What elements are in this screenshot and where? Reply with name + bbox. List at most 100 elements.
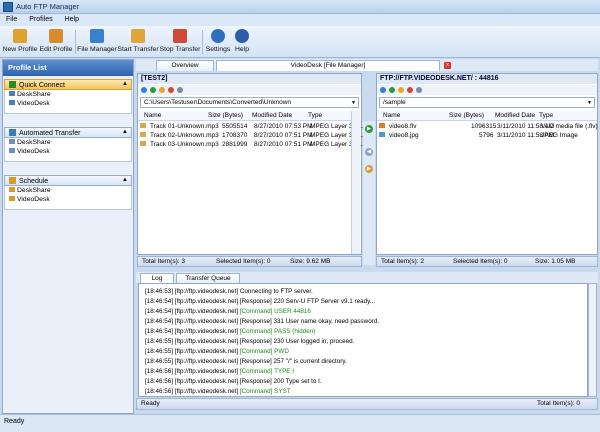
new-folder-icon[interactable]: [177, 87, 183, 93]
sync-arrow-icon[interactable]: ▶: [365, 165, 373, 173]
schedule-icon: [9, 177, 16, 184]
chevron-up-icon[interactable]: ▲: [122, 177, 128, 183]
help-button[interactable]: Help: [232, 26, 252, 58]
col-type[interactable]: Type: [539, 112, 553, 119]
delete-icon[interactable]: [407, 87, 413, 93]
schedule-list: DeskShare VideoDesk: [4, 186, 132, 210]
image-file-icon: [379, 132, 387, 139]
app-icon: [3, 2, 13, 12]
profile-icon: [9, 139, 15, 144]
automated-transfer-list: DeskShare VideoDesk: [4, 138, 132, 162]
edit-profile-icon: [49, 29, 63, 43]
profile-icon: [9, 148, 15, 153]
profile-list-title: Profile List: [3, 60, 133, 76]
remote-panel-title: FTP://FTP.VIDEODESK.NET/ : 44816: [377, 74, 597, 84]
profile-icon: [9, 91, 15, 96]
menu-file[interactable]: File: [0, 14, 23, 26]
start-transfer-icon: [131, 29, 145, 43]
settings-button[interactable]: Settings: [204, 26, 232, 58]
remote-panel: FTP://FTP.VIDEODESK.NET/ : 44816 /sample…: [376, 73, 598, 255]
menu-help[interactable]: Help: [59, 14, 85, 26]
log-scrollbar[interactable]: [588, 283, 597, 397]
upload-arrow-icon[interactable]: ▶: [365, 125, 373, 133]
section-schedule[interactable]: Schedule ▲: [4, 175, 132, 186]
profile-icon: [9, 187, 15, 192]
home-icon[interactable]: [141, 87, 147, 93]
chevron-down-icon[interactable]: ▼: [351, 100, 356, 106]
tab-overview[interactable]: Overview: [156, 60, 214, 71]
audio-file-icon: [140, 132, 148, 139]
log-status-bar: Ready Total Item(s): 0: [136, 398, 598, 410]
local-file-row[interactable]: Track 03-Unknown.mp3 2881999 8/27/2010 0…: [140, 141, 364, 150]
profile-item[interactable]: DeskShare: [5, 138, 131, 147]
local-scrollbar[interactable]: [351, 111, 360, 254]
col-size[interactable]: Size (Bytes): [449, 112, 484, 119]
chevron-down-icon[interactable]: ▼: [587, 100, 592, 106]
local-file-row[interactable]: Track 02-Unknown.mp3 1708370 8/27/2010 0…: [140, 132, 364, 141]
profile-icon: [9, 100, 15, 105]
col-modified[interactable]: Modified Date: [495, 112, 535, 119]
start-transfer-button[interactable]: Start Transfer: [117, 26, 159, 58]
tab-file-manager[interactable]: VideoDesk [File Manager]: [216, 60, 440, 71]
local-panel-title: [TEST2]: [138, 74, 361, 84]
local-path-dropdown[interactable]: C:\Users\Testuser\Documents\Converted\Un…: [140, 97, 359, 108]
col-type[interactable]: Type: [308, 112, 322, 119]
new-folder-icon[interactable]: [416, 87, 422, 93]
remote-toolbar: [377, 85, 597, 95]
menu-profiles[interactable]: Profiles: [23, 14, 58, 26]
profile-item[interactable]: DeskShare: [5, 90, 131, 99]
section-quick-connect[interactable]: Quick Connect ▲: [4, 79, 132, 90]
log-output: [18:46:53] [ftp://ftp.videodesk.net] Con…: [138, 283, 588, 397]
delete-icon[interactable]: [168, 87, 174, 93]
remote-path-dropdown[interactable]: /sample ▼: [379, 97, 595, 108]
log-line: [18:46:56] [ftp://ftp.videodesk.net] [Re…: [145, 378, 322, 385]
log-line: [18:46:56] [ftp://ftp.videodesk.net] [Co…: [145, 388, 291, 395]
audio-file-icon: [140, 123, 148, 130]
folder-up-icon[interactable]: [398, 87, 404, 93]
download-arrow-icon[interactable]: ◀: [365, 148, 373, 156]
log-line: [18:46:54] [ftp://ftp.videodesk.net] [Re…: [145, 298, 376, 305]
col-name[interactable]: Name: [144, 112, 161, 119]
remote-file-row[interactable]: video8.flv 1096315 3/11/2010 11:58 AM VL…: [379, 123, 598, 132]
gear-icon: [211, 29, 225, 43]
log-line: [18:46:55] [ftp://ftp.videodesk.net] [Re…: [145, 338, 355, 345]
transfer-strip: ▶ ◀ ▶: [363, 121, 375, 265]
col-name[interactable]: Name: [383, 112, 400, 119]
refresh-icon[interactable]: [389, 87, 395, 93]
profile-item[interactable]: VideoDesk: [5, 147, 131, 156]
log-line: [18:46:53] [ftp://ftp.videodesk.net] Con…: [145, 288, 313, 295]
remote-column-header: Name Size (Bytes) Modified Date Type: [377, 111, 597, 121]
log-line: [18:46:54] [ftp://ftp.videodesk.net] [Re…: [145, 318, 380, 325]
profile-item[interactable]: VideoDesk: [5, 195, 131, 204]
folder-up-icon[interactable]: [159, 87, 165, 93]
file-manager-button[interactable]: File Manager: [77, 26, 117, 58]
section-automated-transfer[interactable]: Automated Transfer ▲: [4, 127, 132, 138]
new-profile-button[interactable]: New Profile: [2, 26, 38, 58]
toolbar: New Profile Edit Profile File Manager St…: [0, 26, 600, 58]
refresh-icon[interactable]: [150, 87, 156, 93]
profile-item[interactable]: DeskShare: [5, 186, 131, 195]
local-toolbar: [138, 85, 361, 95]
audio-file-icon: [140, 141, 148, 148]
video-file-icon: [379, 123, 387, 130]
home-icon[interactable]: [380, 87, 386, 93]
remote-file-row[interactable]: video8.jpg 5796 3/11/2010 11:58 AM JPEG …: [379, 132, 595, 141]
log-line: [18:46:56] [ftp://ftp.videodesk.net] [Co…: [145, 368, 295, 375]
new-profile-icon: [13, 29, 27, 43]
local-panel: [TEST2] C:\Users\Testuser\Documents\Conv…: [137, 73, 364, 255]
close-icon[interactable]: x: [444, 62, 451, 69]
local-file-row[interactable]: Track 01-Unknown.mp3 5505514 8/27/2010 0…: [140, 123, 364, 132]
window-title: Auto FTP Manager: [16, 2, 80, 11]
app-status-text: Ready: [4, 418, 25, 425]
chevron-up-icon[interactable]: ▲: [122, 81, 128, 87]
chevron-up-icon[interactable]: ▲: [122, 129, 128, 135]
col-size[interactable]: Size (Bytes): [208, 112, 243, 119]
edit-profile-button[interactable]: Edit Profile: [39, 26, 73, 58]
menu-bar: File Profiles Help: [0, 14, 600, 26]
log-line: [18:46:55] [ftp://ftp.videodesk.net] [Co…: [145, 348, 289, 355]
stop-transfer-button[interactable]: Stop Transfer: [160, 26, 200, 58]
local-status-bar: Total Item(s): 3 Selected Item(s): 0 Siz…: [137, 256, 362, 267]
profile-item[interactable]: VideoDesk: [5, 99, 131, 108]
log-line: [18:46:54] [ftp://ftp.videodesk.net] [Co…: [145, 308, 311, 315]
col-modified[interactable]: Modified Date: [252, 112, 292, 119]
